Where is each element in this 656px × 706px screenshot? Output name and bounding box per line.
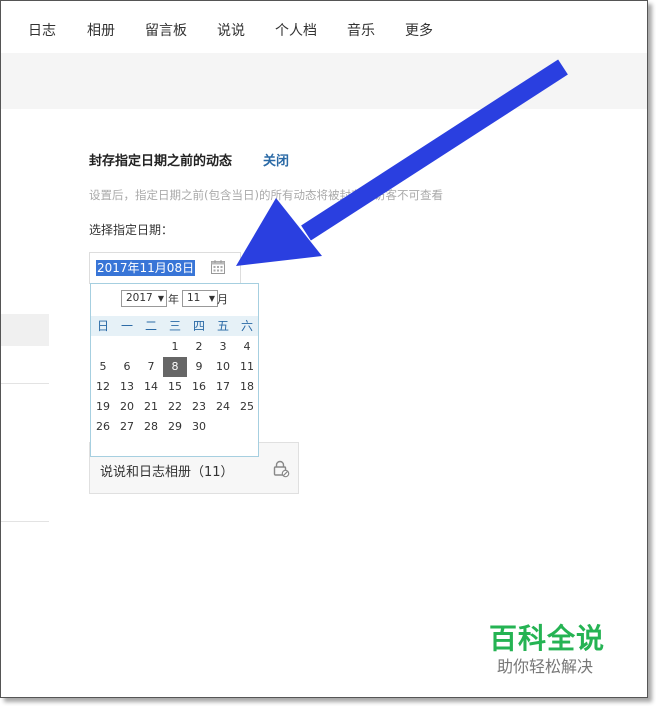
weekday-header-row: 日一二三四五六	[91, 316, 258, 336]
calendar-day[interactable]: 6	[115, 357, 139, 377]
weekday-label: 五	[216, 319, 229, 333]
calendar-day-selected[interactable]: 8	[163, 357, 187, 377]
calendar-day[interactable]: 21	[139, 397, 163, 417]
year-select-value: 2017	[126, 292, 153, 304]
year-suffix: 年	[168, 293, 179, 306]
calendar-day[interactable]: 24	[211, 397, 235, 417]
calendar-day[interactable]: 25	[235, 397, 259, 417]
calendar-day[interactable]: 9	[187, 357, 211, 377]
calendar-day[interactable]: 23	[187, 397, 211, 417]
weekday-label: 四	[192, 319, 205, 333]
calendar-day[interactable]: 2	[187, 337, 211, 357]
calendar-day[interactable]: 11	[235, 357, 259, 377]
weekday-label: 日	[96, 319, 109, 333]
calendar-day[interactable]: 27	[115, 417, 139, 437]
calendar-day[interactable]: 13	[115, 377, 139, 397]
calendar-day[interactable]: 29	[163, 417, 187, 437]
page-frame: 日志 相册 留言板 说说 个人档 音乐 更多 封存指定日期之前的动态 关闭 设置…	[0, 0, 648, 698]
calendar-day[interactable]: 16	[187, 377, 211, 397]
calendar-day[interactable]: 3	[211, 337, 235, 357]
weekday-label: 二	[144, 319, 157, 333]
calendar-day[interactable]: 4	[235, 337, 259, 357]
calendar-day[interactable]: 5	[91, 357, 115, 377]
calendar-day[interactable]: 12	[91, 377, 115, 397]
month-suffix: 月	[217, 293, 228, 306]
calendar-day[interactable]: 28	[139, 417, 163, 437]
calendar-day[interactable]: 19	[91, 397, 115, 417]
watermark-title: 百科全说	[489, 622, 606, 655]
month-select-value: 11	[187, 292, 201, 304]
calendar-day[interactable]: 18	[235, 377, 259, 397]
calendar-day[interactable]: 20	[115, 397, 139, 417]
calendar-day[interactable]: 1	[163, 337, 187, 357]
date-picker-popup: 2017 ▼ 年 11 ▼ 月 日一二三四五六 1 2 3 4 5 6 7 8 9 10 11 12 1…	[90, 283, 259, 457]
calendar-header: 2017 ▼ 年 11 ▼ 月	[91, 290, 258, 308]
calendar-day[interactable]: 10	[211, 357, 235, 377]
weekday-label: 一	[120, 319, 133, 333]
watermark-subtitle: 助你轻松解决	[497, 657, 594, 676]
calendar-day[interactable]: 7	[139, 357, 163, 377]
month-select[interactable]: 11 ▼	[182, 290, 218, 307]
calendar-day[interactable]: 14	[139, 377, 163, 397]
weekday-label: 三	[168, 319, 181, 333]
calendar-day[interactable]: 15	[163, 377, 187, 397]
year-select[interactable]: 2017 ▼	[121, 290, 167, 307]
chevron-down-icon: ▼	[208, 294, 215, 303]
calendar-day[interactable]: 22	[163, 397, 187, 417]
calendar-day[interactable]: 30	[187, 417, 211, 437]
weekday-label: 六	[240, 319, 253, 333]
calendar-day[interactable]: 26	[91, 417, 115, 437]
calendar-day[interactable]: 17	[211, 377, 235, 397]
chevron-down-icon: ▼	[157, 294, 164, 303]
